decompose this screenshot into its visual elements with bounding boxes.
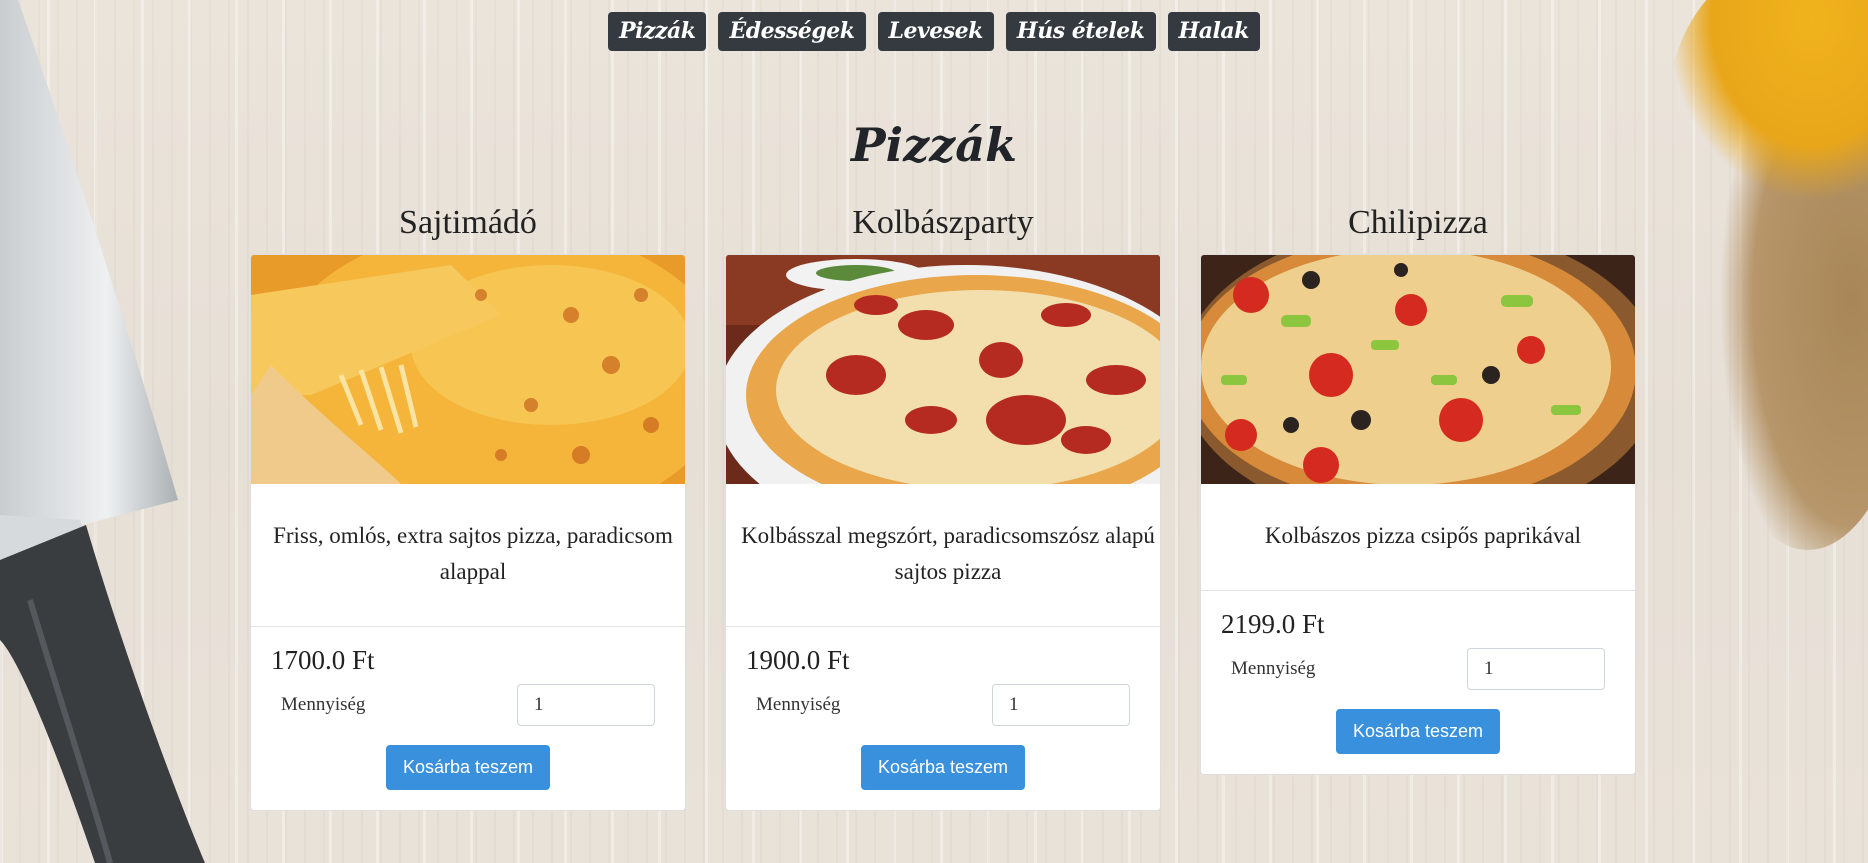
card-footer: 1700.0 Ft Mennyiség Kosárba teszem [251, 627, 685, 810]
nav-edessegek[interactable]: Édességek [718, 12, 866, 51]
quantity-input[interactable] [992, 684, 1130, 726]
product-price: 1900.0 Ft [746, 645, 850, 675]
product-description: Kolbászos pizza csipős paprikával [1264, 523, 1582, 548]
product-name: Chilipizza [1348, 204, 1488, 241]
quantity-input[interactable] [1467, 648, 1605, 690]
add-to-cart-button[interactable]: Kosárba teszem [385, 745, 551, 790]
product-card: Kolbásszal megszórt, paradicsomszósz ala… [725, 254, 1161, 811]
product-column: Kolbászparty Kolbásszal megszórt, paradi… [725, 200, 1161, 811]
category-nav: Pizzák Édességek Levesek Hús ételek Hala… [0, 12, 1868, 51]
product-price: 1700.0 Ft [271, 645, 375, 675]
nav-halak[interactable]: Halak [1167, 12, 1260, 51]
quantity-row: Mennyiség [746, 684, 1140, 726]
card-footer: 2199.0 Ft Mennyiség Kosárba teszem [1201, 591, 1635, 774]
spices-decoration [1658, 0, 1868, 550]
page-title: Pizzák [851, 118, 1017, 172]
product-description: Friss, omlós, extra sajtos pizza, paradi… [273, 523, 673, 584]
quantity-row: Mennyiség [271, 684, 665, 726]
card-body: Kolbászos pizza csipős paprikával [1201, 484, 1635, 591]
product-price: 2199.0 Ft [1221, 609, 1325, 639]
chili-pizza-image [1201, 255, 1635, 484]
product-name: Sajtimádó [399, 204, 537, 241]
product-description: Kolbásszal megszórt, paradicsomszósz ala… [741, 523, 1155, 584]
card-body: Kolbásszal megszórt, paradicsomszósz ala… [726, 484, 1160, 627]
salami-pizza-image [726, 255, 1160, 484]
quantity-row: Mennyiség [1221, 648, 1615, 690]
product-card: Friss, omlós, extra sajtos pizza, paradi… [250, 254, 686, 811]
card-footer: 1900.0 Ft Mennyiség Kosárba teszem [726, 627, 1160, 810]
add-to-cart-button[interactable]: Kosárba teszem [860, 745, 1026, 790]
card-body: Friss, omlós, extra sajtos pizza, paradi… [251, 484, 685, 627]
nav-hus-etelek[interactable]: Hús ételek [1005, 12, 1156, 51]
nav-levesek[interactable]: Levesek [877, 12, 994, 51]
quantity-label: Mennyiség [756, 694, 841, 715]
nav-pizzak[interactable]: Pizzák [608, 12, 707, 51]
quantity-label: Mennyiség [1231, 658, 1316, 679]
quantity-label: Mennyiség [281, 694, 366, 715]
quantity-input[interactable] [517, 684, 655, 726]
product-card: Kolbászos pizza csipős paprikával 2199.0… [1200, 254, 1636, 775]
product-column: Sajtimádó Friss, omlós, extra sajtos piz… [250, 200, 686, 811]
cheese-pizza-image [251, 255, 685, 484]
product-name: Kolbászparty [852, 204, 1034, 241]
add-to-cart-button[interactable]: Kosárba teszem [1335, 709, 1501, 754]
product-column: Chilipizza Kolbászos pizza csipős paprik… [1200, 200, 1636, 775]
